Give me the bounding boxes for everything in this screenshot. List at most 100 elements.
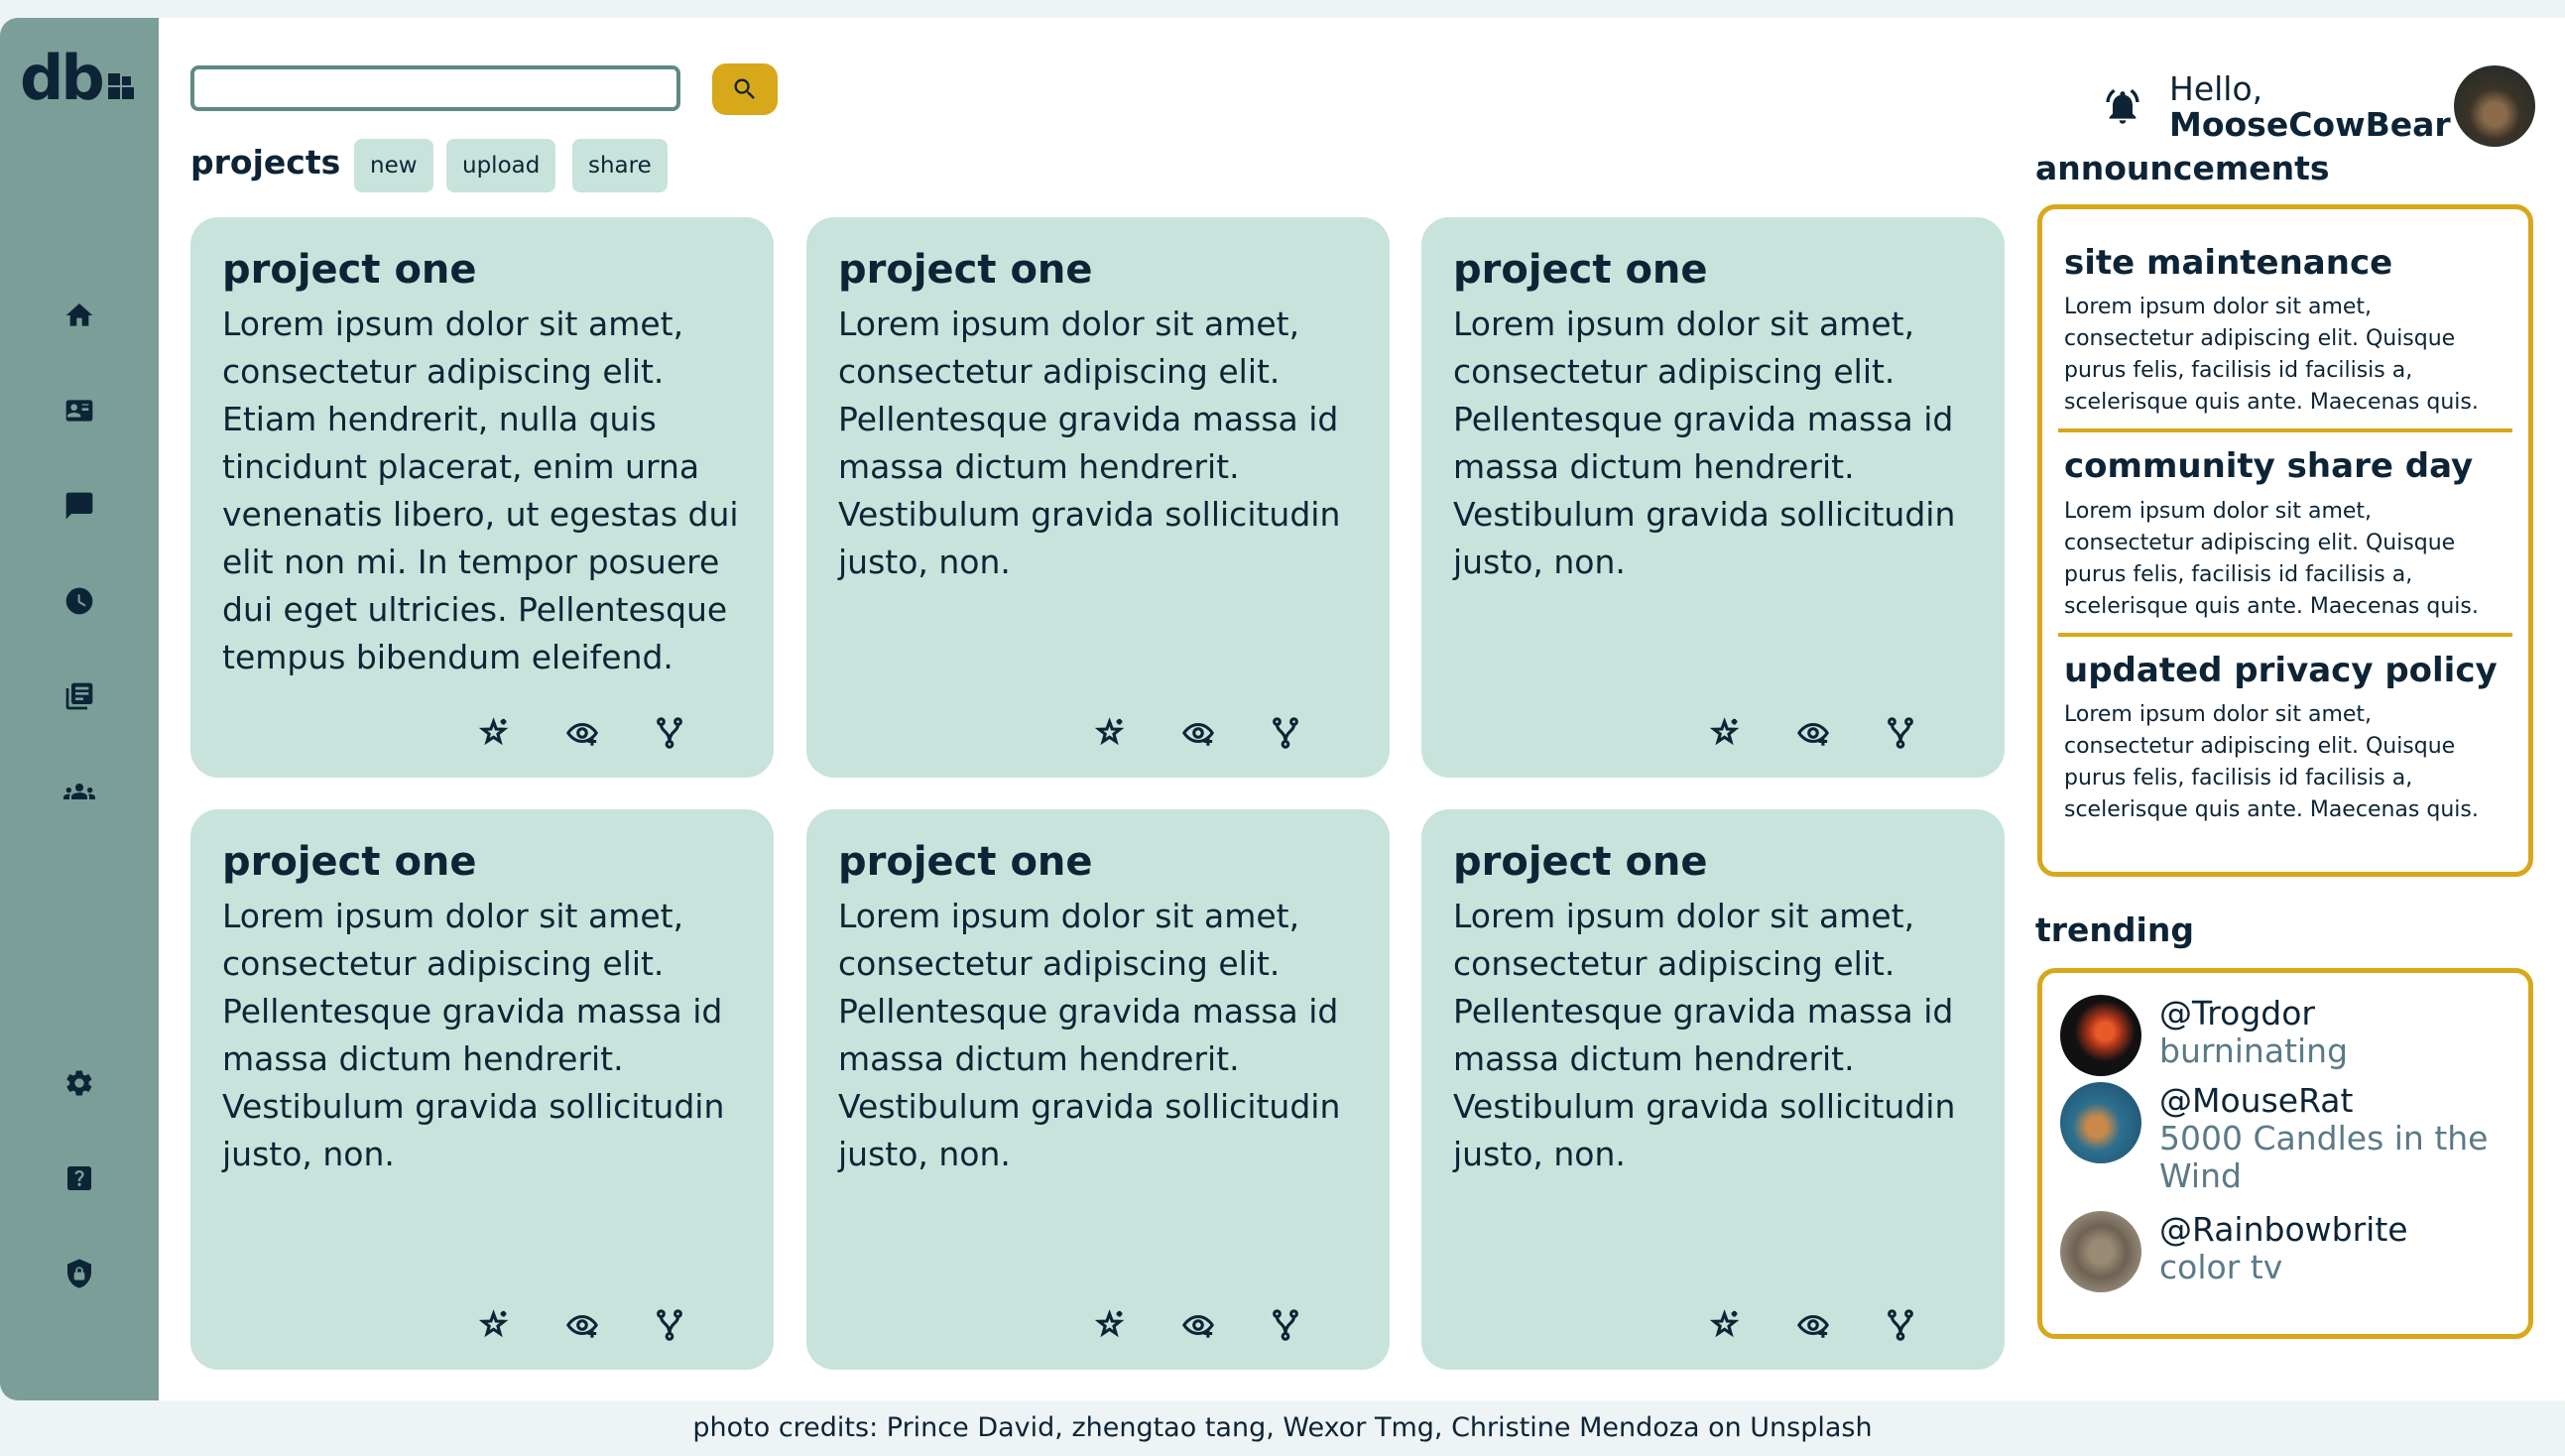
watch-button[interactable]	[565, 716, 599, 750]
project-title: project one	[838, 247, 1093, 293]
nav-home[interactable]	[61, 298, 97, 333]
fork-button[interactable]	[1269, 1308, 1302, 1342]
fork-button[interactable]	[1884, 716, 1917, 750]
star-button[interactable]	[478, 716, 512, 750]
trending-handle[interactable]: @MouseRat	[2159, 1082, 2536, 1120]
project-description: Lorem ipsum dolor sit amet, consectetur …	[1453, 897, 1956, 1173]
star-add-icon	[1709, 1309, 1740, 1338]
project-card[interactable]: project one Lorem ipsum dolor sit amet, …	[190, 809, 774, 1370]
fork-icon	[1273, 717, 1298, 749]
star-add-icon	[1094, 717, 1125, 746]
watch-button[interactable]	[1181, 716, 1215, 750]
star-button[interactable]	[1709, 716, 1743, 750]
fork-icon	[1888, 1309, 1913, 1341]
trending-project[interactable]: burninating	[2159, 1032, 2536, 1070]
project-title: project one	[222, 839, 477, 885]
watch-button[interactable]	[1181, 1308, 1215, 1342]
fork-button[interactable]	[1269, 716, 1302, 750]
project-title: project one	[838, 839, 1093, 885]
watch-button[interactable]	[1796, 1308, 1830, 1342]
announcement-title: community share day	[2064, 446, 2474, 487]
eye-add-icon	[1797, 722, 1829, 746]
user-avatar[interactable]	[2454, 65, 2535, 147]
shield-icon	[67, 1259, 91, 1288]
notifications-button[interactable]	[2103, 87, 2142, 127]
watch-button[interactable]	[565, 1308, 599, 1342]
divider	[2058, 632, 2512, 637]
project-description: Lorem ipsum dolor sit amet, consectetur …	[222, 897, 725, 1173]
trending-handle[interactable]: @Rainbowbrite	[2159, 1211, 2536, 1249]
share-button[interactable]: share	[572, 139, 668, 192]
project-title: project one	[1453, 839, 1708, 885]
project-description: Lorem ipsum dolor sit amet, consectetur …	[222, 304, 739, 676]
trending-heading: trending	[2035, 910, 2194, 949]
sidebar: db	[0, 18, 159, 1400]
card-actions	[478, 1308, 686, 1342]
star-button[interactable]	[1094, 716, 1128, 750]
project-card[interactable]: project one Lorem ipsum dolor sit amet, …	[806, 809, 1390, 1370]
search-input[interactable]	[190, 65, 680, 111]
home-icon	[65, 303, 93, 326]
people-icon	[63, 784, 95, 799]
logo-text: db	[20, 42, 105, 114]
nav-help[interactable]	[61, 1160, 97, 1196]
star-add-icon	[1094, 1309, 1125, 1338]
trending-project[interactable]: color tv	[2159, 1249, 2536, 1286]
fork-icon	[657, 717, 682, 749]
trending-panel: @Trogdor burninating @MouseRat 5000 Cand…	[2037, 968, 2533, 1339]
star-button[interactable]	[478, 1308, 512, 1342]
star-button[interactable]	[1094, 1308, 1128, 1342]
announcement-item[interactable]: updated privacy policy Lorem ipsum dolor…	[2042, 650, 2528, 826]
nav-settings[interactable]	[61, 1065, 97, 1101]
trending-item[interactable]: @Trogdor burninating	[2060, 995, 2536, 1076]
project-description: Lorem ipsum dolor sit amet, consectetur …	[1453, 304, 1956, 581]
search-icon	[734, 78, 755, 99]
star-add-icon	[1709, 717, 1740, 746]
trending-project[interactable]: 5000 Candles in the Wind	[2159, 1120, 2536, 1195]
trending-avatar[interactable]	[2060, 1211, 2141, 1292]
nav-messages[interactable]	[61, 488, 97, 524]
card-actions	[1094, 716, 1302, 750]
nav-history[interactable]	[61, 583, 97, 619]
project-title: project one	[1453, 247, 1708, 293]
announcements-heading: announcements	[2035, 149, 2330, 187]
announcement-item[interactable]: community share day Lorem ipsum dolor si…	[2042, 446, 2528, 622]
fork-button[interactable]	[653, 1308, 686, 1342]
gear-icon	[66, 1070, 92, 1096]
nav-community[interactable]	[61, 774, 97, 809]
nav-documents[interactable]	[61, 678, 97, 714]
clock-icon	[65, 587, 93, 615]
documents-icon	[65, 682, 93, 710]
trending-handle[interactable]: @Trogdor	[2159, 995, 2536, 1032]
trending-item[interactable]: @Rainbowbrite color tv	[2060, 1211, 2536, 1292]
project-card[interactable]: project one Lorem ipsum dolor sit amet, …	[190, 217, 774, 778]
announcement-body: Lorem ipsum dolor sit amet, consectetur …	[2064, 702, 2479, 823]
project-card[interactable]: project one Lorem ipsum dolor sit amet, …	[1421, 217, 2005, 778]
trending-avatar[interactable]	[2060, 995, 2141, 1076]
trending-item[interactable]: @MouseRat 5000 Candles in the Wind	[2060, 1082, 2536, 1195]
logo[interactable]: db	[20, 48, 134, 109]
trending-avatar[interactable]	[2060, 1082, 2141, 1163]
card-actions	[1709, 1308, 1917, 1342]
new-project-button[interactable]: new	[354, 139, 433, 192]
watch-button[interactable]	[1796, 716, 1830, 750]
project-card[interactable]: project one Lorem ipsum dolor sit amet, …	[806, 217, 1390, 778]
announcement-item[interactable]: site maintenance Lorem ipsum dolor sit a…	[2042, 243, 2528, 419]
nav-privacy[interactable]	[61, 1256, 97, 1291]
upload-button[interactable]: upload	[446, 139, 556, 192]
search-button[interactable]	[712, 63, 778, 115]
nav-profile[interactable]	[61, 393, 97, 428]
announcement-title: updated privacy policy	[2064, 650, 2498, 690]
announcement-body: Lorem ipsum dolor sit amet, consectetur …	[2064, 498, 2479, 619]
photo-credits: photo credits: Prince David, zhengtao ta…	[692, 1412, 1873, 1443]
logo-mark-icon	[107, 73, 134, 99]
eye-add-icon	[1182, 722, 1214, 746]
star-add-icon	[478, 717, 509, 746]
eye-add-icon	[566, 722, 598, 746]
announcement-title: site maintenance	[2064, 243, 2393, 283]
star-button[interactable]	[1709, 1308, 1743, 1342]
card-actions	[478, 716, 686, 750]
fork-button[interactable]	[653, 716, 686, 750]
fork-button[interactable]	[1884, 1308, 1917, 1342]
project-card[interactable]: project one Lorem ipsum dolor sit amet, …	[1421, 809, 2005, 1370]
